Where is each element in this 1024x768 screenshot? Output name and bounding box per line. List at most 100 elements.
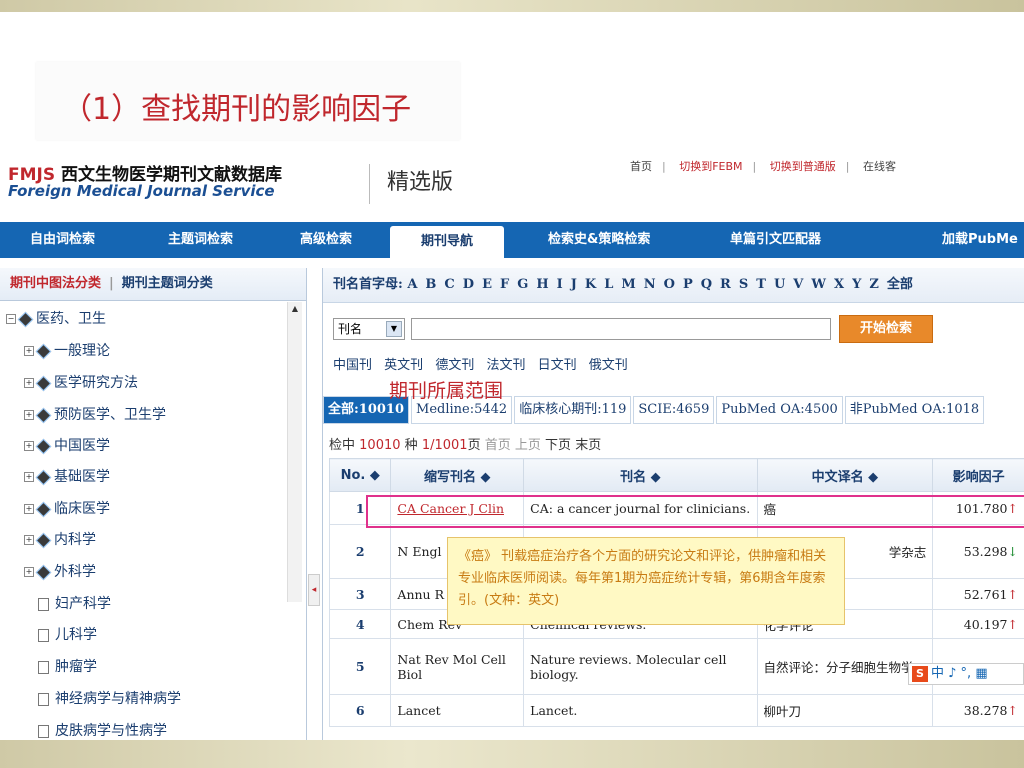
letter-b[interactable]: B — [425, 277, 436, 292]
expand-icon[interactable]: + — [24, 504, 34, 514]
letter-all[interactable]: 全部 — [887, 277, 913, 292]
tree-node[interactable]: − 医药、卫生 — [6, 308, 106, 328]
letter-u[interactable]: U — [774, 277, 785, 292]
prev-page-link[interactable]: 上页 — [515, 438, 541, 453]
nav-citation-matcher[interactable]: 单篇引文匹配器 — [730, 222, 821, 258]
ime-toolbar[interactable]: S中 ♪ °, ▦ — [908, 663, 1024, 685]
scrollbar[interactable]: ▲ — [287, 302, 302, 602]
expand-icon[interactable]: + — [24, 567, 34, 577]
category-icon — [35, 469, 52, 485]
panel-collapse-handle[interactable]: ◂ — [308, 574, 320, 606]
letter-d[interactable]: D — [463, 277, 474, 292]
letter-v[interactable]: V — [793, 277, 803, 292]
slide-title: （1）查找期刊的影响因子 — [62, 92, 412, 127]
letter-r[interactable]: R — [720, 277, 731, 292]
letter-k[interactable]: K — [585, 277, 596, 292]
category-icon — [35, 407, 52, 423]
link-home[interactable]: 首页 — [630, 160, 652, 173]
lang-russian[interactable]: 俄文刊 — [589, 358, 628, 373]
collapse-icon[interactable]: − — [6, 314, 16, 324]
search-input[interactable] — [411, 318, 831, 340]
expand-icon[interactable]: + — [24, 378, 34, 388]
lang-chinese[interactable]: 中国刊 — [333, 358, 372, 373]
document-icon — [38, 628, 49, 642]
lang-german[interactable]: 德文刊 — [435, 358, 474, 373]
lang-japanese[interactable]: 日文刊 — [538, 358, 577, 373]
journal-link[interactable]: Lancet — [390, 694, 525, 727]
expand-icon[interactable]: + — [24, 472, 34, 482]
last-page-link[interactable]: 末页 — [575, 438, 601, 453]
chevron-down-icon[interactable]: ▼ — [386, 321, 402, 337]
nav-free-search[interactable]: 自由词检索 — [30, 222, 95, 258]
scope-tab-pubmed-oa[interactable]: PubMed OA:4500 — [716, 396, 843, 424]
link-normal[interactable]: 切换到普通版 — [770, 160, 836, 173]
tree-leaf[interactable]: 肿瘤学 — [38, 656, 97, 676]
col-impact-factor[interactable]: 影响因子 — [932, 458, 1024, 492]
letter-h[interactable]: H — [536, 277, 548, 292]
tree-node[interactable]: + 基础医学 — [24, 466, 110, 486]
letter-f[interactable]: F — [500, 277, 509, 292]
letter-q[interactable]: Q — [701, 277, 712, 292]
col-cn-title[interactable]: 中文译名 ◆ — [756, 458, 934, 492]
letter-l[interactable]: L — [604, 277, 613, 292]
scroll-up-icon[interactable]: ▲ — [288, 302, 302, 316]
letter-g[interactable]: G — [517, 277, 528, 292]
tree-leaf[interactable]: 妇产科学 — [38, 593, 111, 613]
tree-node[interactable]: + 医学研究方法 — [24, 372, 138, 392]
letter-t[interactable]: T — [756, 277, 766, 292]
letter-n[interactable]: N — [644, 277, 656, 292]
expand-icon[interactable]: + — [24, 346, 34, 356]
letter-z[interactable]: Z — [869, 277, 879, 292]
nav-history-search[interactable]: 检索史&策略检索 — [548, 222, 650, 258]
lang-french[interactable]: 法文刊 — [486, 358, 525, 373]
tab-clc[interactable]: 期刊中图法分类 — [10, 276, 101, 291]
letter-j[interactable]: J — [571, 277, 577, 292]
letter-y[interactable]: Y — [852, 277, 861, 292]
scope-tab-non-pubmed-oa[interactable]: 非PubMed OA:1018 — [844, 396, 985, 424]
tree-node[interactable]: + 一般理论 — [24, 340, 110, 360]
table-row: 6 Lancet Lancet. 柳叶刀 38.278↑ — [328, 694, 1024, 727]
tree-node[interactable]: + 中国医学 — [24, 435, 110, 455]
col-abbr[interactable]: 缩写刊名 ◆ — [390, 458, 525, 492]
col-title[interactable]: 刊名 ◆ — [523, 458, 758, 492]
scope-tab-core[interactable]: 临床核心期刊:119 — [514, 396, 632, 424]
tree-node[interactable]: + 临床医学 — [24, 498, 110, 518]
letter-m[interactable]: M — [621, 277, 635, 292]
letter-a[interactable]: A — [407, 277, 417, 292]
main-nav: 自由词检索 主题词检索 高级检索 期刊导航 检索史&策略检索 单篇引文匹配器 加… — [0, 222, 1024, 258]
col-no[interactable]: No. ◆ — [328, 458, 392, 492]
next-page-link[interactable]: 下页 — [545, 438, 571, 453]
link-online-service[interactable]: 在线客 — [863, 160, 896, 173]
field-select[interactable]: 刊名 ▼ — [333, 318, 405, 340]
expand-icon[interactable]: + — [24, 535, 34, 545]
letter-p[interactable]: P — [683, 277, 693, 292]
expand-icon[interactable]: + — [24, 410, 34, 420]
link-febm[interactable]: 切换到FEBM — [679, 160, 742, 173]
highlight-box — [366, 495, 1024, 528]
letter-x[interactable]: X — [834, 277, 844, 292]
nav-load-pubmed[interactable]: 加载PubMe — [942, 222, 1018, 258]
screenshot: FMJS 西文生物医学期刊文献数据库 Foreign Medical Journ… — [0, 144, 1024, 740]
tree-leaf[interactable]: 儿科学 — [38, 624, 97, 644]
nav-journal-navigation[interactable]: 期刊导航 — [390, 226, 504, 258]
tree-node[interactable]: + 外科学 — [24, 561, 96, 581]
tree-node[interactable]: + 内科学 — [24, 529, 96, 549]
letter-w[interactable]: W — [811, 277, 826, 292]
tree-leaf[interactable]: 皮肤病学与性病学 — [38, 720, 167, 740]
letter-e[interactable]: E — [482, 277, 492, 292]
start-search-button[interactable]: 开始检索 — [839, 315, 933, 343]
tree-node[interactable]: + 预防医学、卫生学 — [24, 404, 166, 424]
tab-mesh[interactable]: 期刊主题词分类 — [122, 276, 213, 291]
journal-link[interactable]: Nat Rev Mol Cell Biol — [390, 638, 525, 695]
letter-s[interactable]: S — [739, 277, 748, 292]
letter-c[interactable]: C — [444, 277, 454, 292]
first-page-link[interactable]: 首页 — [485, 438, 511, 453]
expand-icon[interactable]: + — [24, 441, 34, 451]
lang-english[interactable]: 英文刊 — [384, 358, 423, 373]
letter-i[interactable]: I — [557, 277, 563, 292]
scope-tab-scie[interactable]: SCIE:4659 — [633, 396, 715, 424]
nav-subject-search[interactable]: 主题词检索 — [168, 222, 233, 258]
letter-o[interactable]: O — [664, 277, 675, 292]
nav-advanced-search[interactable]: 高级检索 — [300, 222, 352, 258]
tree-leaf[interactable]: 神经病学与精神病学 — [38, 688, 181, 708]
